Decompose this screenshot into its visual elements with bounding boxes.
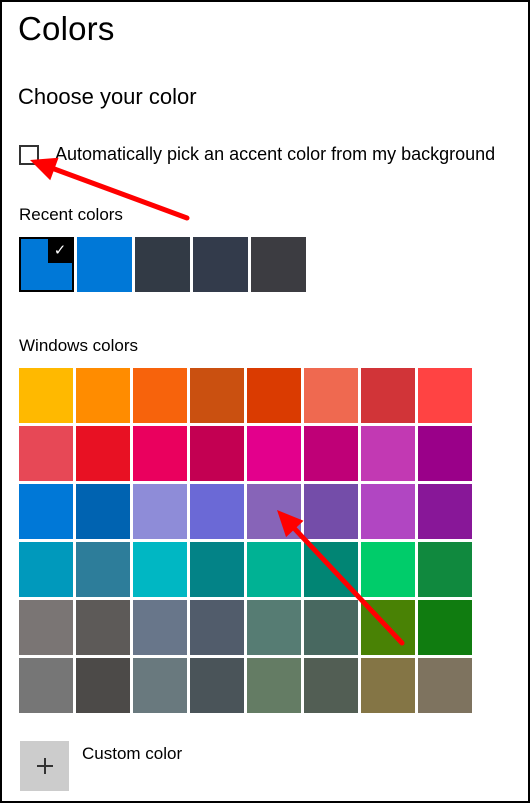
windows-color-swatch[interactable] <box>418 600 472 655</box>
windows-color-swatch[interactable] <box>190 484 244 539</box>
windows-colors-label: Windows colors <box>19 336 139 355</box>
recent-color-swatch[interactable] <box>193 237 248 292</box>
windows-color-swatch[interactable] <box>418 484 472 539</box>
windows-color-swatch[interactable] <box>304 542 358 597</box>
windows-color-swatch[interactable] <box>19 542 73 597</box>
windows-color-swatch[interactable] <box>418 542 472 597</box>
windows-color-swatch[interactable] <box>76 484 130 539</box>
page-title: Colors <box>18 10 115 47</box>
windows-color-swatch[interactable] <box>19 368 73 423</box>
custom-color-label: Custom color <box>82 744 183 763</box>
auto-accent-label: Automatically pick an accent color from … <box>55 144 496 164</box>
recent-color-swatch[interactable] <box>135 237 190 292</box>
auto-accent-checkbox[interactable] <box>19 144 39 165</box>
windows-color-swatch[interactable] <box>133 658 187 713</box>
windows-color-swatch[interactable] <box>304 484 358 539</box>
windows-color-swatch[interactable] <box>304 426 358 481</box>
checkmark-icon: ✓ <box>48 239 72 263</box>
windows-color-swatch[interactable] <box>76 368 130 423</box>
windows-color-swatch[interactable] <box>304 658 358 713</box>
windows-color-swatch[interactable] <box>304 600 358 655</box>
windows-color-swatch[interactable] <box>247 484 301 539</box>
windows-color-swatch[interactable] <box>247 426 301 481</box>
windows-color-swatch[interactable] <box>133 484 187 539</box>
windows-color-swatch[interactable] <box>190 542 244 597</box>
windows-color-swatch[interactable] <box>19 426 73 481</box>
colors-settings-panel: Colors Choose your color Automatically p… <box>0 0 530 803</box>
windows-color-swatch[interactable] <box>76 600 130 655</box>
recent-colors-label: Recent colors <box>19 205 123 224</box>
windows-color-swatch[interactable] <box>361 658 415 713</box>
windows-colors-grid <box>19 368 472 713</box>
windows-color-swatch[interactable] <box>361 600 415 655</box>
windows-color-swatch[interactable] <box>247 542 301 597</box>
windows-color-swatch[interactable] <box>418 658 472 713</box>
windows-color-swatch[interactable] <box>361 484 415 539</box>
windows-color-swatch[interactable] <box>247 600 301 655</box>
windows-color-swatch[interactable] <box>247 368 301 423</box>
custom-color-button[interactable]: Custom color <box>20 741 182 791</box>
windows-color-swatch[interactable] <box>361 368 415 423</box>
windows-color-swatch[interactable] <box>361 542 415 597</box>
windows-color-swatch[interactable] <box>19 658 73 713</box>
windows-color-swatch[interactable] <box>133 368 187 423</box>
windows-color-swatch[interactable] <box>76 658 130 713</box>
windows-color-swatch[interactable] <box>19 484 73 539</box>
windows-color-swatch[interactable] <box>133 600 187 655</box>
auto-accent-option[interactable]: Automatically pick an accent color from … <box>19 144 495 165</box>
windows-color-swatch[interactable] <box>361 426 415 481</box>
recent-color-swatch[interactable] <box>251 237 306 292</box>
windows-color-swatch[interactable] <box>190 426 244 481</box>
windows-color-swatch[interactable] <box>133 426 187 481</box>
windows-color-swatch[interactable] <box>76 426 130 481</box>
windows-color-swatch[interactable] <box>76 542 130 597</box>
windows-color-swatch[interactable] <box>418 426 472 481</box>
windows-color-swatch[interactable] <box>418 368 472 423</box>
windows-color-swatch[interactable] <box>19 600 73 655</box>
windows-color-swatch[interactable] <box>190 368 244 423</box>
windows-color-swatch[interactable] <box>190 600 244 655</box>
recent-color-swatch[interactable]: ✓ <box>19 237 74 292</box>
windows-color-swatch[interactable] <box>133 542 187 597</box>
plus-icon[interactable] <box>20 741 69 791</box>
recent-colors-row: ✓ <box>19 237 306 292</box>
windows-color-swatch[interactable] <box>247 658 301 713</box>
windows-color-swatch[interactable] <box>304 368 358 423</box>
section-heading-choose-color: Choose your color <box>18 84 197 109</box>
recent-color-swatch[interactable] <box>77 237 132 292</box>
windows-color-swatch[interactable] <box>190 658 244 713</box>
